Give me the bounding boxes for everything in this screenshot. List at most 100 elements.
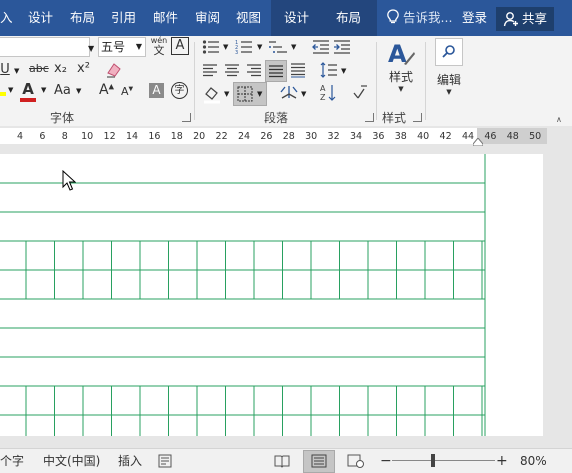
ruler-tick-label: 14: [125, 131, 139, 142]
styles-button-label: 样式: [388, 70, 413, 84]
tab-table-layout[interactable]: 布局: [336, 0, 361, 36]
tab-layout[interactable]: 布局: [70, 0, 95, 36]
chevron-down-icon: ▼: [301, 90, 307, 98]
horizontal-ruler[interactable]: 4 6 8 10 12 14 16 18 20 22 24 26 28 30 32 34 36 38 40 42 44 4…: [0, 126, 572, 146]
font-dialog-launcher[interactable]: [182, 113, 191, 122]
insert-mode-indicator[interactable]: 插入: [118, 449, 142, 473]
language-indicator[interactable]: 中文(中国): [43, 449, 100, 473]
styles-icon: A: [388, 40, 415, 68]
bullets-icon[interactable]: [202, 39, 220, 55]
font-name-combo[interactable]: [0, 37, 90, 57]
decrease-indent-icon[interactable]: [312, 39, 330, 55]
ruler-tick-label: 38: [394, 131, 407, 142]
ribbon-tab-bar: 入 设计 布局 引用 邮件 审阅 视图 设计 布局 告诉我... 登录 共享: [0, 0, 572, 36]
enclose-characters-button[interactable]: 字: [171, 82, 188, 99]
underline-button[interactable]: U: [0, 62, 10, 77]
tab-references[interactable]: 引用: [111, 0, 136, 36]
distributed-icon[interactable]: [290, 62, 306, 78]
zoom-slider-track[interactable]: [392, 460, 495, 461]
zoom-in-button[interactable]: +: [496, 449, 508, 473]
shrink-font-glyph: A: [121, 85, 129, 98]
tab-mailings[interactable]: 邮件: [153, 0, 178, 36]
subscript-button[interactable]: x₂: [54, 61, 67, 76]
tell-me-box[interactable]: 告诉我...: [386, 0, 452, 36]
tab-design[interactable]: 设计: [28, 0, 53, 36]
styles-button[interactable]: A 样式 ▼: [384, 38, 418, 104]
print-layout-button[interactable]: [303, 450, 335, 473]
editing-button[interactable]: 编辑 ▼: [431, 38, 467, 104]
chevron-down-icon: ▼: [446, 88, 452, 96]
chevron-down-icon: ▼: [398, 85, 404, 93]
svg-text:A: A: [320, 84, 326, 93]
word-count[interactable]: 个字: [0, 449, 24, 473]
shrink-font-button[interactable]: A▼: [121, 85, 133, 98]
clear-formatting-icon[interactable]: [105, 61, 123, 79]
ruler-tick-label: 8: [61, 131, 68, 142]
vertical-scrollbar[interactable]: [552, 146, 572, 436]
chevron-down-icon: ▼: [135, 42, 142, 51]
tab-review[interactable]: 审阅: [195, 0, 220, 36]
paragraph-dialog-launcher[interactable]: [365, 113, 374, 122]
tab-insert[interactable]: 入: [0, 0, 13, 36]
borders-icon: [237, 86, 253, 102]
align-left-icon[interactable]: [202, 63, 218, 77]
ruler-tick-label: 6: [39, 131, 46, 142]
chevron-down-icon: ▼: [8, 86, 14, 94]
ruler-tick-label: 24: [237, 131, 251, 142]
group-separator: [194, 42, 195, 120]
sign-in-link[interactable]: 登录: [462, 0, 487, 36]
svg-text:A: A: [388, 40, 407, 68]
web-layout-icon[interactable]: [347, 453, 365, 469]
chevron-down-icon: ▼: [76, 87, 82, 95]
phonetic-guide-button[interactable]: wén 文: [149, 36, 169, 58]
character-border-button[interactable]: A: [171, 37, 189, 55]
strikethrough-button[interactable]: abc: [29, 62, 49, 75]
increase-indent-icon[interactable]: [333, 39, 351, 55]
chevron-down-icon: ▼: [14, 67, 20, 75]
borders-button[interactable]: ▼: [233, 82, 267, 106]
shading-icon[interactable]: [202, 84, 222, 104]
change-case-button[interactable]: Aa: [54, 83, 71, 98]
chevron-down-icon: ▼: [223, 43, 229, 51]
line-spacing-icon[interactable]: [320, 62, 338, 78]
sort-icon[interactable]: A Z: [320, 83, 336, 103]
grow-font-button[interactable]: A▲: [99, 82, 114, 98]
chinese-layout-icon[interactable]: [279, 84, 299, 102]
chevron-down-icon: ▼: [291, 43, 297, 51]
document-page[interactable]: [0, 154, 543, 436]
styles-dialog-launcher[interactable]: [413, 113, 422, 122]
right-indent-marker-icon[interactable]: [473, 138, 483, 146]
ruler-tick-label: 46: [484, 131, 497, 142]
ruler-tick-label: 16: [148, 131, 161, 142]
chevron-down-icon: ▼: [224, 90, 230, 98]
share-button[interactable]: 共享: [496, 7, 554, 31]
phonetic-guide-char: 文: [153, 44, 165, 57]
align-right-icon[interactable]: [246, 63, 262, 77]
macro-record-icon[interactable]: [158, 454, 172, 468]
zoom-out-button[interactable]: −: [380, 449, 392, 473]
numbering-icon[interactable]: 1 2 3: [235, 39, 253, 55]
chevron-down-icon: ▼: [257, 43, 263, 51]
ruler-tick-label: 48: [506, 131, 519, 142]
read-mode-icon[interactable]: [274, 453, 290, 469]
chevron-down-icon: ▼: [41, 86, 47, 94]
tab-view[interactable]: 视图: [236, 0, 261, 36]
align-center-icon[interactable]: [224, 63, 240, 77]
font-color-bar: [20, 98, 36, 102]
zoom-slider-thumb[interactable]: [431, 454, 436, 467]
grow-font-glyph: A: [99, 82, 109, 98]
group-separator: [376, 42, 377, 120]
justify-button[interactable]: [265, 60, 287, 82]
collapse-ribbon-icon[interactable]: ∧: [556, 115, 562, 124]
multilevel-list-icon[interactable]: [268, 39, 288, 55]
zoom-level[interactable]: 80%: [520, 449, 547, 473]
font-size-combo[interactable]: 五号 ▼: [98, 37, 146, 57]
superscript-button[interactable]: x²: [77, 61, 90, 76]
chevron-down-icon: ▼: [257, 90, 263, 98]
tab-table-design[interactable]: 设计: [284, 0, 309, 36]
font-color-button[interactable]: A: [20, 80, 36, 102]
show-paragraph-marks-icon[interactable]: [352, 83, 368, 101]
share-label: 共享: [522, 11, 548, 26]
character-shading-button[interactable]: A: [149, 83, 164, 98]
lightbulb-icon: [387, 9, 399, 24]
